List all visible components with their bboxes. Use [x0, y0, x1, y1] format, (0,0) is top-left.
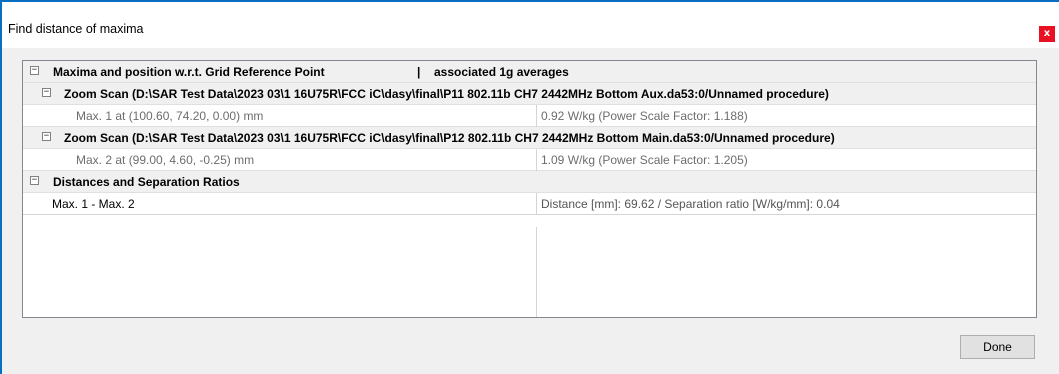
- header-col2: associated 1g averages: [434, 65, 569, 79]
- header-separator: |: [417, 65, 421, 79]
- column-divider: [536, 105, 537, 127]
- distance-result: Distance [mm]: 69.62 / Separation ratio …: [541, 197, 840, 211]
- window-title: Find distance of maxima: [8, 22, 144, 36]
- distances-header-row[interactable]: − Distances and Separation Ratios: [23, 171, 1036, 193]
- header-col1: Maxima and position w.r.t. Grid Referenc…: [53, 65, 325, 79]
- done-button[interactable]: Done: [960, 335, 1035, 359]
- column-divider: [536, 149, 537, 171]
- scan-label: Zoom Scan (D:\SAR Test Data\2023 03\1 16…: [64, 131, 835, 145]
- scan-label: Zoom Scan (D:\SAR Test Data\2023 03\1 16…: [64, 87, 829, 101]
- pair-label: Max. 1 - Max. 2: [52, 197, 135, 211]
- tree-header-row[interactable]: − Maxima and position w.r.t. Grid Refere…: [23, 61, 1036, 83]
- max-row-2[interactable]: Max. 2 at (99.00, 4.60, -0.25) mm 1.09 W…: [23, 149, 1036, 171]
- max-value: 1.09 W/kg (Power Scale Factor: 1.205): [541, 153, 748, 167]
- scan-row-2[interactable]: − Zoom Scan (D:\SAR Test Data\2023 03\1 …: [23, 127, 1036, 149]
- max-row-1[interactable]: Max. 1 at (100.60, 74.20, 0.00) mm 0.92 …: [23, 105, 1036, 127]
- collapse-toggle-icon[interactable]: −: [42, 132, 51, 141]
- scan-row-1[interactable]: − Zoom Scan (D:\SAR Test Data\2023 03\1 …: [23, 83, 1036, 105]
- distances-label: Distances and Separation Ratios: [53, 175, 240, 189]
- collapse-toggle-icon[interactable]: −: [30, 176, 39, 185]
- max-position: Max. 2 at (99.00, 4.60, -0.25) mm: [76, 153, 255, 167]
- column-divider: [536, 193, 537, 215]
- distance-row[interactable]: Max. 1 - Max. 2 Distance [mm]: 69.62 / S…: [23, 193, 1036, 215]
- collapse-toggle-icon[interactable]: −: [30, 66, 39, 75]
- close-icon[interactable]: x: [1039, 26, 1055, 42]
- title-bar: Find distance of maxima x: [2, 2, 1059, 48]
- max-value: 0.92 W/kg (Power Scale Factor: 1.188): [541, 109, 748, 123]
- max-position: Max. 1 at (100.60, 74.20, 0.00) mm: [76, 109, 264, 123]
- collapse-toggle-icon[interactable]: −: [42, 88, 51, 97]
- empty-column-divider: [536, 227, 537, 317]
- maxima-tree-grid[interactable]: − Maxima and position w.r.t. Grid Refere…: [22, 60, 1037, 318]
